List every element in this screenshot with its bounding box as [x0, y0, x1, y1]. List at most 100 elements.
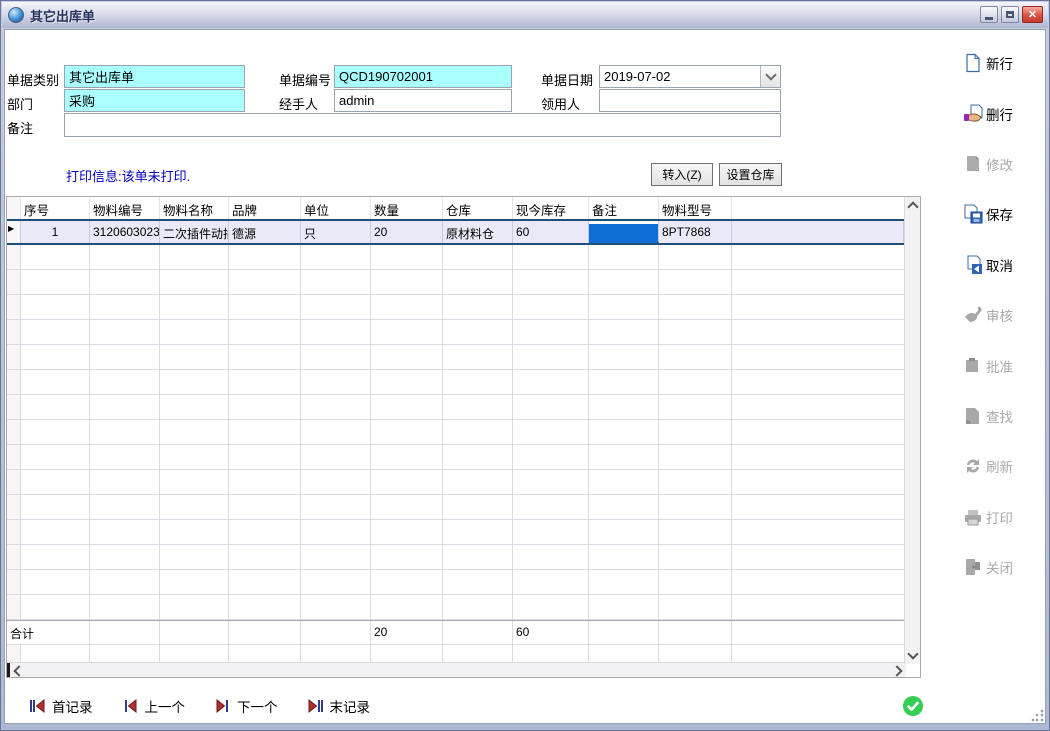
sidebar-button-4[interactable]: 保存 — [941, 189, 1047, 239]
grid-cell[interactable]: 3120603023 — [90, 221, 160, 243]
grid-cell[interactable]: 二次插件动插 — [160, 221, 229, 243]
grid-cell — [371, 495, 443, 519]
grid-cell[interactable]: 1 — [21, 221, 90, 243]
scroll-up-button[interactable] — [905, 198, 920, 213]
maximize-button[interactable] — [1001, 6, 1019, 23]
grid-cell — [589, 395, 659, 419]
grid-empty-row — [7, 370, 906, 395]
grid-cell — [90, 495, 160, 519]
doc-type-field[interactable] — [64, 65, 245, 88]
grid-column-header-1: 序号 — [21, 197, 90, 219]
grid-cell — [301, 295, 371, 319]
sidebar-button-7: 批准 — [941, 340, 1047, 390]
grid-cell — [160, 570, 229, 594]
grid-vertical-scrollbar[interactable] — [904, 197, 920, 664]
set-warehouse-button[interactable]: 设置仓库 — [719, 163, 782, 186]
grid-cell[interactable]: 60 — [513, 221, 589, 243]
doc-date-dropdown-button[interactable] — [760, 66, 780, 87]
grid-cell — [229, 445, 301, 469]
scroll-left-button[interactable] — [10, 663, 25, 678]
grid-cell — [301, 470, 371, 494]
grid-cell — [732, 520, 906, 544]
grid-cell — [513, 570, 589, 594]
nav-item-1[interactable]: 首记录 — [29, 696, 93, 716]
grid-cell[interactable]: 只 — [301, 221, 371, 243]
grid-cell[interactable]: 原材料仓 — [443, 221, 513, 243]
chevron-up-icon — [907, 201, 918, 212]
minimize-button[interactable] — [980, 6, 998, 23]
grid-cell — [659, 245, 732, 269]
chevron-down-icon — [765, 69, 776, 80]
dept-field[interactable] — [64, 89, 245, 112]
grid-cell — [301, 270, 371, 294]
grid-cell[interactable] — [589, 221, 659, 243]
grid-cell — [443, 370, 513, 394]
chevron-down-icon — [907, 648, 918, 659]
title-bar[interactable]: 其它出库单 ✕ — [2, 2, 1048, 28]
grid-cell[interactable]: 8PT7868 — [659, 221, 732, 243]
grid-cell — [160, 445, 229, 469]
grid-cell[interactable]: 德源 — [229, 221, 301, 243]
grid-empty-row — [7, 520, 906, 545]
handler-field[interactable] — [334, 89, 512, 112]
sidebar-button-1[interactable]: 新行 — [941, 38, 1047, 88]
grid-cell — [90, 445, 160, 469]
grid-cell — [371, 245, 443, 269]
grid-cell — [732, 395, 906, 419]
scroll-down-button[interactable] — [905, 648, 920, 663]
sidebar-button-2[interactable]: 删行 — [941, 88, 1047, 138]
refresh-icon — [963, 456, 983, 476]
grid-cell — [589, 595, 659, 619]
grid-column-header-8: 现今库存 — [513, 197, 589, 219]
grid-cell — [90, 570, 160, 594]
next-record-icon — [214, 699, 231, 713]
grid-cell[interactable] — [732, 221, 904, 243]
sidebar-button-label: 取消 — [986, 255, 1013, 275]
resize-grip[interactable] — [1031, 709, 1044, 722]
grid-horizontal-scrollbar[interactable] — [7, 662, 906, 677]
last-record-icon — [307, 699, 324, 713]
grid-cell — [21, 595, 90, 619]
grid-empty-row — [7, 270, 906, 295]
grid-cell — [301, 495, 371, 519]
sidebar-button-5[interactable]: 取消 — [941, 240, 1047, 290]
grid-cell — [229, 245, 301, 269]
doc-date-combo[interactable] — [599, 65, 781, 88]
recipient-field[interactable] — [599, 89, 781, 112]
doc-no-field[interactable] — [334, 65, 512, 88]
grid-cell — [371, 445, 443, 469]
modify-icon — [963, 154, 983, 174]
nav-item-4[interactable]: 末记录 — [307, 696, 371, 716]
minimize-icon — [985, 17, 993, 20]
table-row[interactable]: ▶13120603023二次插件动插德源只20原材料仓608PT7868 — [7, 219, 906, 245]
grid-cell — [371, 345, 443, 369]
grid-column-header-6: 数量 — [371, 197, 443, 219]
row-indicator — [7, 445, 21, 469]
grid-cell — [589, 495, 659, 519]
print-icon — [963, 507, 983, 527]
grid-cell — [659, 545, 732, 569]
doc-date-field[interactable] — [599, 65, 781, 88]
grid-cell — [513, 370, 589, 394]
items-grid[interactable]: 序号物料编号物料名称品牌单位数量仓库现今库存备注物料型号▶13120603023… — [6, 196, 921, 678]
grid-cell — [589, 320, 659, 344]
nav-item-2[interactable]: 上一个 — [122, 696, 186, 716]
scroll-right-button[interactable] — [891, 663, 906, 678]
nav-item-3[interactable]: 下一个 — [214, 696, 278, 716]
grid-cell — [21, 370, 90, 394]
transfer-button[interactable]: 转入(Z) — [651, 163, 713, 186]
remark-field[interactable] — [64, 113, 781, 137]
grid-cell — [21, 470, 90, 494]
close-button[interactable]: ✕ — [1022, 6, 1043, 23]
grid-empty-row — [7, 420, 906, 445]
grid-cell — [371, 295, 443, 319]
grid-cell — [659, 295, 732, 319]
grid-cell[interactable]: 20 — [371, 221, 443, 243]
grid-cell — [443, 320, 513, 344]
grid-cell — [371, 420, 443, 444]
grid-cell — [90, 245, 160, 269]
grid-cell — [589, 545, 659, 569]
grid-cell — [589, 345, 659, 369]
grid-cell — [229, 295, 301, 319]
grid-cell — [659, 420, 732, 444]
